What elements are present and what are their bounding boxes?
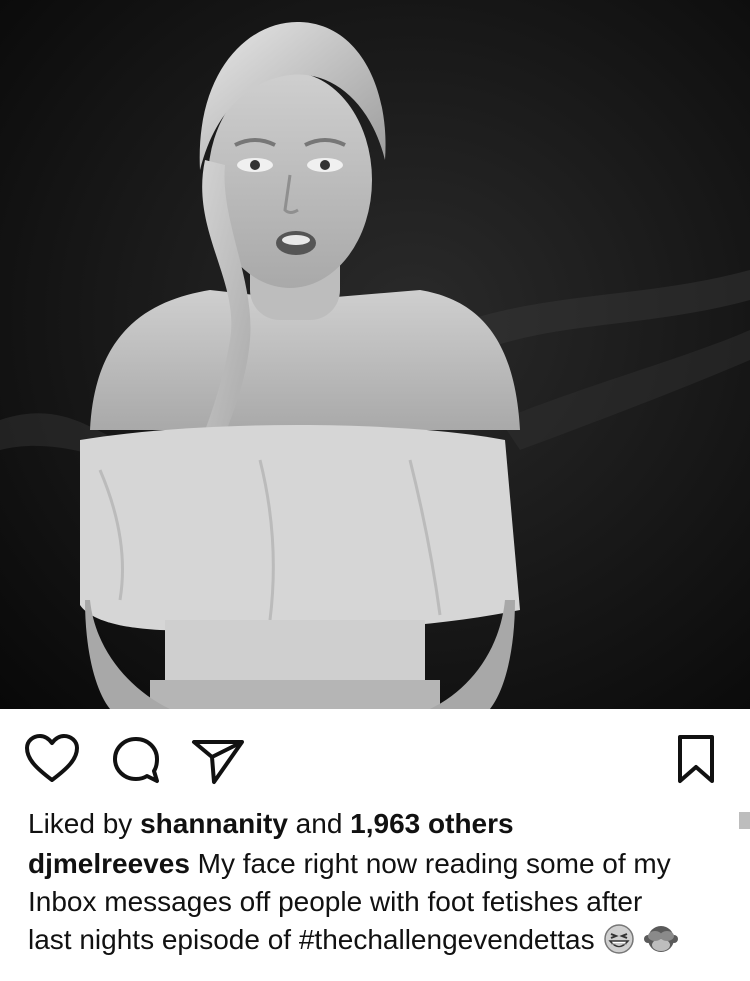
action-bar [0,709,750,805]
caption-text-1: My face right now reading some of my [197,848,671,879]
likes-joiner: and [295,808,343,839]
see-no-evil-monkey-icon [644,926,679,952]
liked-by-username[interactable]: shannanity [140,808,288,839]
scroll-indicator [739,812,750,829]
post-photo[interactable] [0,0,750,709]
bookmark-icon[interactable] [674,733,718,785]
likes-prefix: Liked by [28,808,133,839]
caption-line-1: djmelreeves My face right now reading so… [28,845,728,883]
caption-text-2: Inbox messages off people with foot feti… [28,886,643,917]
comment-icon[interactable] [110,735,162,785]
caption-text-3: last nights episode of #thechallengevend… [28,924,595,955]
grinning-squinting-face-icon [604,924,635,954]
share-icon[interactable] [190,737,246,785]
likes-count[interactable]: 1,963 others [350,808,513,839]
caption-username[interactable]: djmelreeves [28,848,190,879]
likes-summary: Liked by shannanity and 1,963 others [28,805,514,843]
post-caption: djmelreeves My face right now reading so… [28,845,728,959]
heart-icon[interactable] [24,733,80,785]
photo-illustration [0,0,750,709]
caption-line-3: last nights episode of #thechallengevend… [28,921,728,959]
